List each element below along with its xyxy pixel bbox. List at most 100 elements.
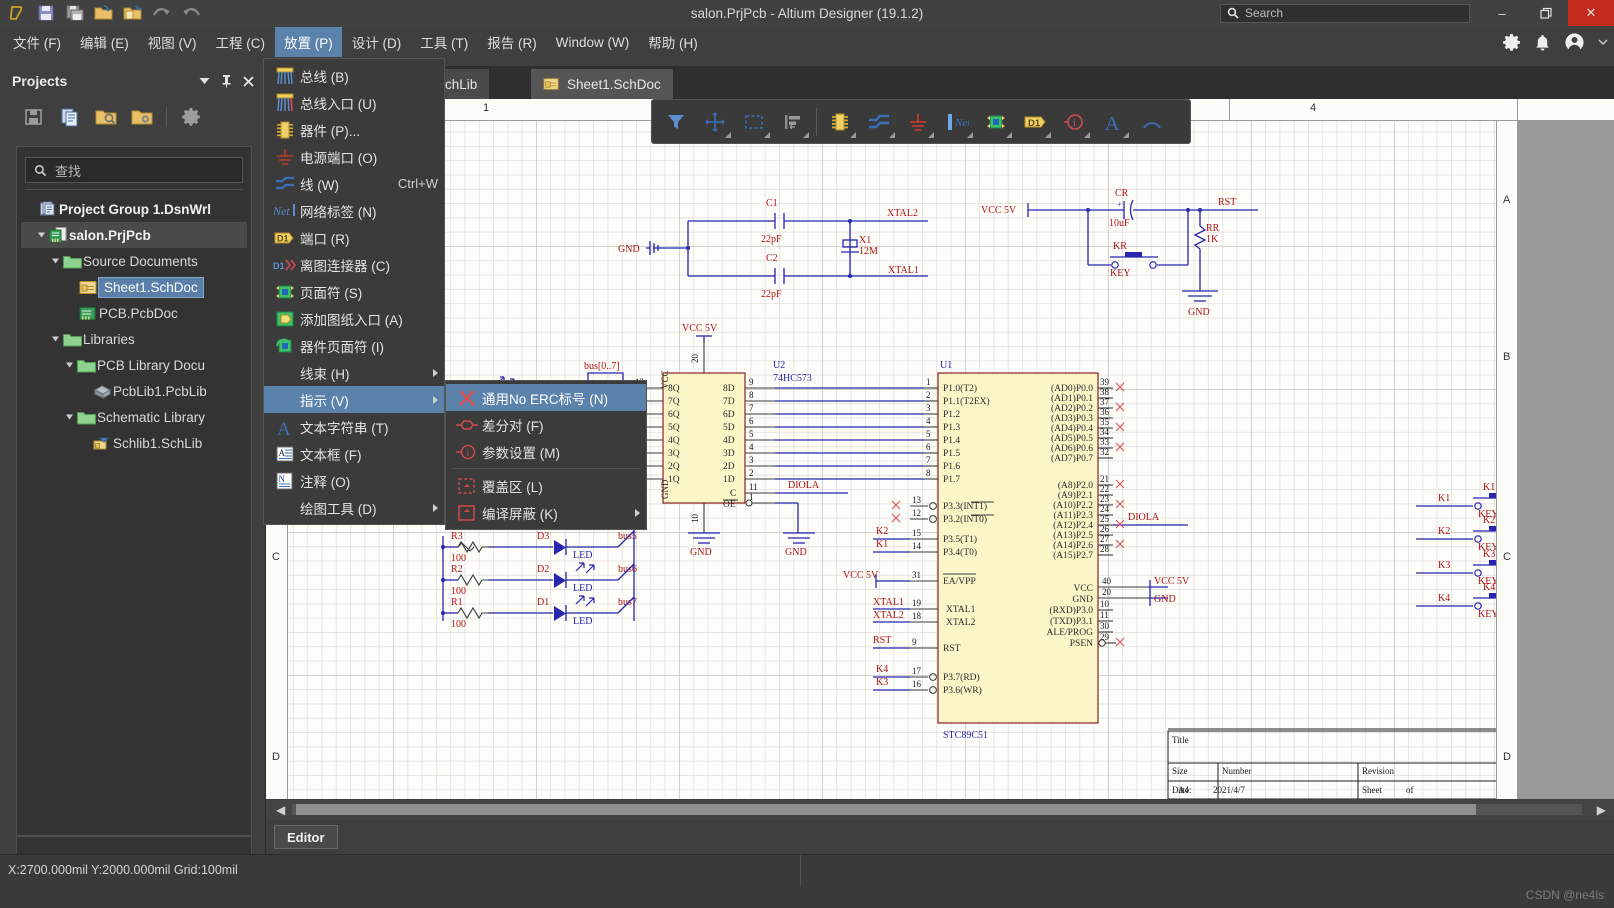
svg-text:28: 28: [1100, 544, 1110, 554]
pcb-project-icon: [47, 226, 69, 244]
scroll-right-arrow[interactable]: ▶: [1597, 803, 1606, 817]
menu-item-drawing-tools[interactable]: 绘图工具 (D): [264, 494, 444, 521]
menu-item-directives[interactable]: 指示 (V): [264, 386, 444, 413]
net-label-icon[interactable]: Net: [939, 104, 975, 140]
expander-icon[interactable]: [35, 230, 47, 241]
menu-item-bus[interactable]: 总线 (B): [264, 62, 444, 89]
menu-tools[interactable]: 工具 (T): [411, 27, 477, 57]
pin-icon[interactable]: [215, 70, 237, 92]
chevron-down-icon[interactable]: [1598, 38, 1608, 46]
text-string-icon[interactable]: A: [1095, 104, 1131, 140]
menu-reports[interactable]: 报告 (R): [478, 27, 546, 57]
documents-icon[interactable]: [58, 105, 82, 129]
align-icon[interactable]: [775, 104, 811, 140]
text-frame-icon: A: [270, 444, 300, 464]
menu-project[interactable]: 工程 (C): [207, 27, 275, 57]
open-project-icon[interactable]: [120, 1, 146, 25]
save-icon[interactable]: [22, 105, 46, 129]
chevron-down-icon[interactable]: [193, 70, 215, 92]
tree-item-schematic-library[interactable]: Schematic Library: [21, 404, 247, 430]
bell-icon[interactable]: [1534, 33, 1551, 52]
search-icon: [34, 164, 47, 176]
tree-item-pcblib1[interactable]: PcbLib1.PcbLib: [21, 378, 247, 404]
menu-view[interactable]: 视图 (V): [139, 27, 206, 57]
submenu-item-differential-pair[interactable]: 差分对 (F): [446, 411, 646, 438]
menu-window[interactable]: Window (W): [547, 30, 639, 55]
editor-panel-button[interactable]: Editor: [274, 825, 338, 849]
open-folder-icon[interactable]: [91, 1, 117, 25]
submenu-item-parameter-set[interactable]: i 参数设置 (M): [446, 438, 646, 465]
sheet-symbol-icon[interactable]: [978, 104, 1014, 140]
menu-item-part[interactable]: 器件 (P)...: [264, 116, 444, 143]
svg-text:(AD3)P0.3: (AD3)P0.3: [1051, 413, 1093, 424]
tree-item-schlib1[interactable]: Schlib1.SchLib: [21, 430, 247, 456]
svg-text:10: 10: [1100, 599, 1110, 609]
kr-value: KEY: [1110, 268, 1131, 279]
tree-item-source-documents[interactable]: Source Documents: [21, 248, 247, 274]
scroll-left-arrow[interactable]: ◀: [276, 803, 285, 817]
save-all-icon[interactable]: [62, 1, 88, 25]
expander-icon[interactable]: [49, 256, 61, 267]
filter-icon[interactable]: [658, 104, 694, 140]
menu-item-harness[interactable]: 线束 (H): [264, 359, 444, 386]
arc-icon[interactable]: [1134, 104, 1170, 140]
account-icon[interactable]: [1564, 32, 1585, 53]
search-input[interactable]: Search: [1220, 3, 1470, 23]
menu-place[interactable]: 放置 (P): [275, 27, 342, 57]
tree-item-pcb-library-documents[interactable]: PCB Library Docu: [21, 352, 247, 378]
select-area-icon[interactable]: [736, 104, 772, 140]
port-icon[interactable]: D1: [1017, 104, 1053, 140]
tree-item-libraries[interactable]: Libraries: [21, 326, 247, 352]
close-icon[interactable]: [237, 70, 259, 92]
svg-text:(AD0)P0.0: (AD0)P0.0: [1051, 383, 1093, 394]
power-port-icon[interactable]: [900, 104, 936, 140]
tree-item-sheet1-schdoc[interactable]: Sheet1.SchDoc: [21, 274, 247, 300]
projects-search-input[interactable]: 查找: [25, 157, 243, 183]
menu-item-text-frame[interactable]: A 文本框 (F): [264, 440, 444, 467]
open-project-icon[interactable]: [94, 105, 118, 129]
menu-item-net-label[interactable]: Net 网络标签 (N): [264, 197, 444, 224]
expander-icon[interactable]: [63, 360, 75, 371]
menu-item-bus-entry[interactable]: 总线入口 (U): [264, 89, 444, 116]
menu-item-off-sheet-connector[interactable]: D1 离图连接器 (C): [264, 251, 444, 278]
ruler-tick: B: [1503, 351, 1511, 363]
submenu-item-compile-mask[interactable]: 编译屏蔽 (K): [446, 499, 646, 526]
menu-edit[interactable]: 编辑 (E): [71, 27, 138, 57]
tab-sheet1-schdoc[interactable]: Sheet1.SchDoc: [531, 69, 673, 99]
scrollbar-thumb[interactable]: [296, 804, 1476, 815]
gear-icon[interactable]: [1502, 33, 1521, 52]
menu-item-add-sheet-entry[interactable]: 添加图纸入口 (A): [264, 305, 444, 332]
parameter-set-icon[interactable]: i: [1056, 104, 1092, 140]
tree-item-salon-prjpcb[interactable]: salon.PrjPcb: [21, 222, 247, 248]
menu-file[interactable]: 文件 (F): [4, 27, 70, 57]
menu-item-device-sheet-symbol[interactable]: 器件页面符 (I): [264, 332, 444, 359]
projects-tree-container: 查找 Project Group 1.DsnWrl salon.PrjPcb S…: [16, 146, 252, 836]
minimize-button[interactable]: –: [1480, 0, 1524, 26]
projects-tree: Project Group 1.DsnWrl salon.PrjPcb Sour…: [17, 196, 251, 456]
menu-item-wire[interactable]: 线 (W) Ctrl+W: [264, 170, 444, 197]
move-icon[interactable]: [697, 104, 733, 140]
menu-design[interactable]: 设计 (D): [343, 27, 411, 57]
project-options-icon[interactable]: [130, 105, 154, 129]
gear-icon[interactable]: [179, 105, 203, 129]
horizontal-scrollbar[interactable]: ◀ ▶: [266, 800, 1614, 820]
close-button[interactable]: ✕: [1568, 0, 1614, 26]
expander-icon[interactable]: [63, 412, 75, 423]
redo-icon[interactable]: [178, 1, 204, 25]
tree-item-project-group[interactable]: Project Group 1.DsnWrl: [21, 196, 247, 222]
tree-item-pcb-pcbdoc[interactable]: PCB.PcbDoc: [21, 300, 247, 326]
menu-help[interactable]: 帮助 (H): [639, 27, 707, 57]
restore-button[interactable]: [1524, 0, 1568, 26]
menu-item-port[interactable]: D1 端口 (R): [264, 224, 444, 251]
menu-item-sheet-symbol[interactable]: 页面符 (S): [264, 278, 444, 305]
undo-icon[interactable]: [149, 1, 175, 25]
menu-item-power-port[interactable]: 电源端口 (O): [264, 143, 444, 170]
wire-icon[interactable]: [861, 104, 897, 140]
menu-item-text-string[interactable]: A 文本字符串 (T): [264, 413, 444, 440]
expander-icon[interactable]: [49, 334, 61, 345]
save-icon[interactable]: [33, 1, 59, 25]
submenu-item-blanket[interactable]: 覆盖区 (L): [446, 472, 646, 499]
component-icon[interactable]: [822, 104, 858, 140]
submenu-item-no-erc[interactable]: 通用No ERC标号 (N): [446, 384, 646, 411]
menu-item-note[interactable]: N 注释 (O): [264, 467, 444, 494]
